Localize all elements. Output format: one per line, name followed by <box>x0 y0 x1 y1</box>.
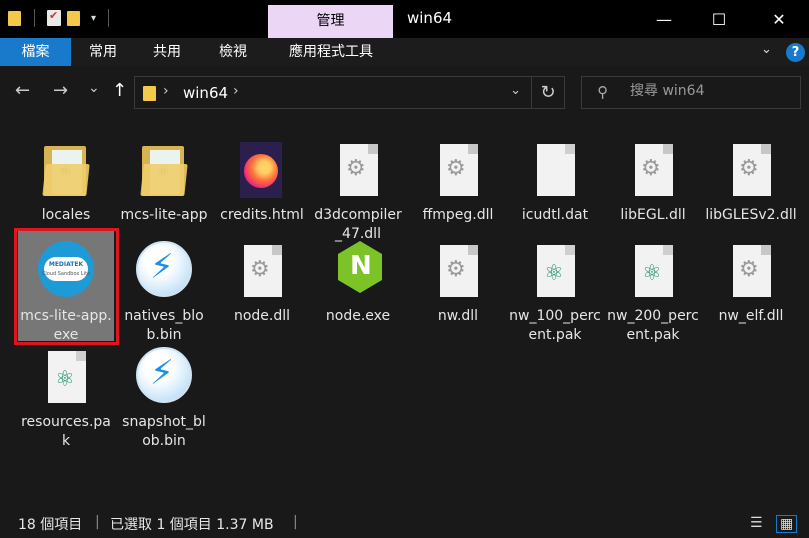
file-name: mcs-lite-app <box>120 207 208 223</box>
dll-icon: ⚙ <box>635 144 673 196</box>
list-item[interactable]: ⚛ resources.pak <box>18 337 114 451</box>
window-title: win64 <box>407 9 453 27</box>
list-item[interactable]: ⚙ libEGL.dll <box>605 130 701 225</box>
folder-icon <box>140 146 188 196</box>
list-item[interactable]: ⚙ libGLESv2.dll <box>703 130 799 225</box>
close-button[interactable]: ✕ <box>750 0 808 38</box>
up-button[interactable]: ↑ <box>112 80 127 101</box>
file-name: node.exe <box>325 308 391 324</box>
search-box[interactable]: ⚲ <box>581 76 801 109</box>
list-item[interactable]: locales <box>18 130 114 225</box>
new-folder-icon[interactable] <box>67 10 81 26</box>
list-item[interactable]: mcs-lite-app <box>116 130 212 225</box>
recent-locations-button[interactable]: ⌄ <box>88 80 100 96</box>
file-name: icudtl.dat <box>521 207 589 223</box>
list-item[interactable]: ⚙ node.dll <box>214 231 310 326</box>
selection-info: 已選取 1 個項目 1.37 MB <box>110 517 274 533</box>
dll-icon: ⚙ <box>440 144 478 196</box>
customize-toolbar-icon[interactable]: ▾ <box>91 13 96 24</box>
refresh-button[interactable]: ↻ <box>532 76 565 109</box>
folder-icon <box>143 85 157 101</box>
dll-icon: ⚙ <box>733 245 771 297</box>
atom-pak-icon: ⚛ <box>537 245 575 297</box>
chevron-down-icon[interactable]: ⌄ <box>510 83 521 98</box>
file-name: nw_100_percent.pak <box>509 308 601 343</box>
firefox-html-icon <box>240 142 282 198</box>
file-name: libEGL.dll <box>620 207 686 223</box>
bin-icon <box>136 241 192 297</box>
dll-icon: ⚙ <box>340 144 378 196</box>
status-bar: 18 個項目 | 已選取 1 個項目 1.37 MB | ☰ ▦ <box>0 510 809 538</box>
divider <box>34 9 35 27</box>
list-item[interactable]: ⚙ nw.dll <box>410 231 506 326</box>
title-bar: ▾ 管理 win64 — ☐ ✕ <box>0 0 809 38</box>
address-bar[interactable]: › win64 › ⌄ <box>134 76 532 109</box>
navigation-bar: ← → ⌄ ↑ › win64 › ⌄ ↻ ⚲ <box>0 66 809 120</box>
search-input[interactable] <box>630 83 795 99</box>
file-name: ffmpeg.dll <box>422 207 494 223</box>
properties-icon[interactable] <box>47 9 61 26</box>
list-item[interactable]: snapshot_blob.bin <box>116 337 212 451</box>
tab-home[interactable]: 常用 <box>76 38 130 66</box>
item-count: 18 個項目 <box>18 517 83 533</box>
list-item[interactable]: natives_blob.bin <box>116 231 212 345</box>
divider <box>108 9 110 27</box>
atom-pak-icon: ⚛ <box>635 245 673 297</box>
file-list: locales mcs-lite-app credits.html ⚙ d3dc… <box>0 120 809 510</box>
quick-access-toolbar: ▾ <box>8 9 115 27</box>
list-item[interactable]: ⚙ ffmpeg.dll <box>410 130 506 225</box>
dll-icon: ⚙ <box>244 245 282 297</box>
maximize-button[interactable]: ☐ <box>690 0 748 38</box>
divider: | <box>293 514 298 530</box>
forward-button[interactable]: → <box>53 80 68 101</box>
nodejs-icon <box>338 241 382 293</box>
file-name: nw.dll <box>437 308 479 324</box>
minimize-button[interactable]: — <box>635 0 693 38</box>
search-icon: ⚲ <box>597 83 608 101</box>
folder-icon <box>8 10 22 26</box>
file-name: resources.pak <box>21 414 111 449</box>
divider: | <box>95 514 100 530</box>
atom-pak-icon: ⚛ <box>48 351 86 403</box>
file-name: libGLESv2.dll <box>705 207 797 223</box>
dll-icon: ⚙ <box>733 144 771 196</box>
file-icon <box>537 144 575 196</box>
tab-view[interactable]: 檢視 <box>206 38 260 66</box>
help-button[interactable]: ? <box>786 43 805 62</box>
list-item[interactable]: icudtl.dat <box>507 130 603 225</box>
large-icons-view-icon[interactable]: ▦ <box>776 515 798 533</box>
chevron-down-icon[interactable]: ⌄ <box>761 42 772 57</box>
list-item[interactable]: ⚙ d3dcompiler_47.dll <box>310 130 406 244</box>
list-item[interactable]: credits.html <box>214 130 310 225</box>
chevron-right-icon[interactable]: › <box>163 83 169 99</box>
file-name: nw_200_percent.pak <box>607 308 699 343</box>
bin-icon <box>136 347 192 403</box>
ribbon-tabs: 檔案 常用 共用 檢視 應用程式工具 ⌄ ? <box>0 38 809 66</box>
folder-icon <box>42 146 90 196</box>
file-name: credits.html <box>220 207 304 223</box>
list-item[interactable]: ⚙ nw_elf.dll <box>703 231 799 326</box>
back-button[interactable]: ← <box>15 80 30 101</box>
details-view-icon[interactable]: ☰ <box>750 515 763 531</box>
tab-manage[interactable]: 管理 <box>268 5 393 38</box>
highlight-frame <box>14 228 119 345</box>
tab-file[interactable]: 檔案 <box>0 38 71 66</box>
file-name: locales <box>41 207 91 223</box>
list-item[interactable]: ⚛ nw_100_percent.pak <box>507 231 603 345</box>
file-name: snapshot_blob.bin <box>122 414 206 449</box>
tab-app-tools[interactable]: 應用程式工具 <box>276 38 386 66</box>
chevron-right-icon[interactable]: › <box>233 83 239 99</box>
list-item[interactable]: node.exe <box>310 231 406 326</box>
tab-share[interactable]: 共用 <box>140 38 194 66</box>
file-name: node.dll <box>233 308 291 324</box>
breadcrumb[interactable]: win64 <box>183 84 228 102</box>
list-item[interactable]: ⚛ nw_200_percent.pak <box>605 231 701 345</box>
file-name: nw_elf.dll <box>718 308 784 324</box>
dll-icon: ⚙ <box>440 245 478 297</box>
